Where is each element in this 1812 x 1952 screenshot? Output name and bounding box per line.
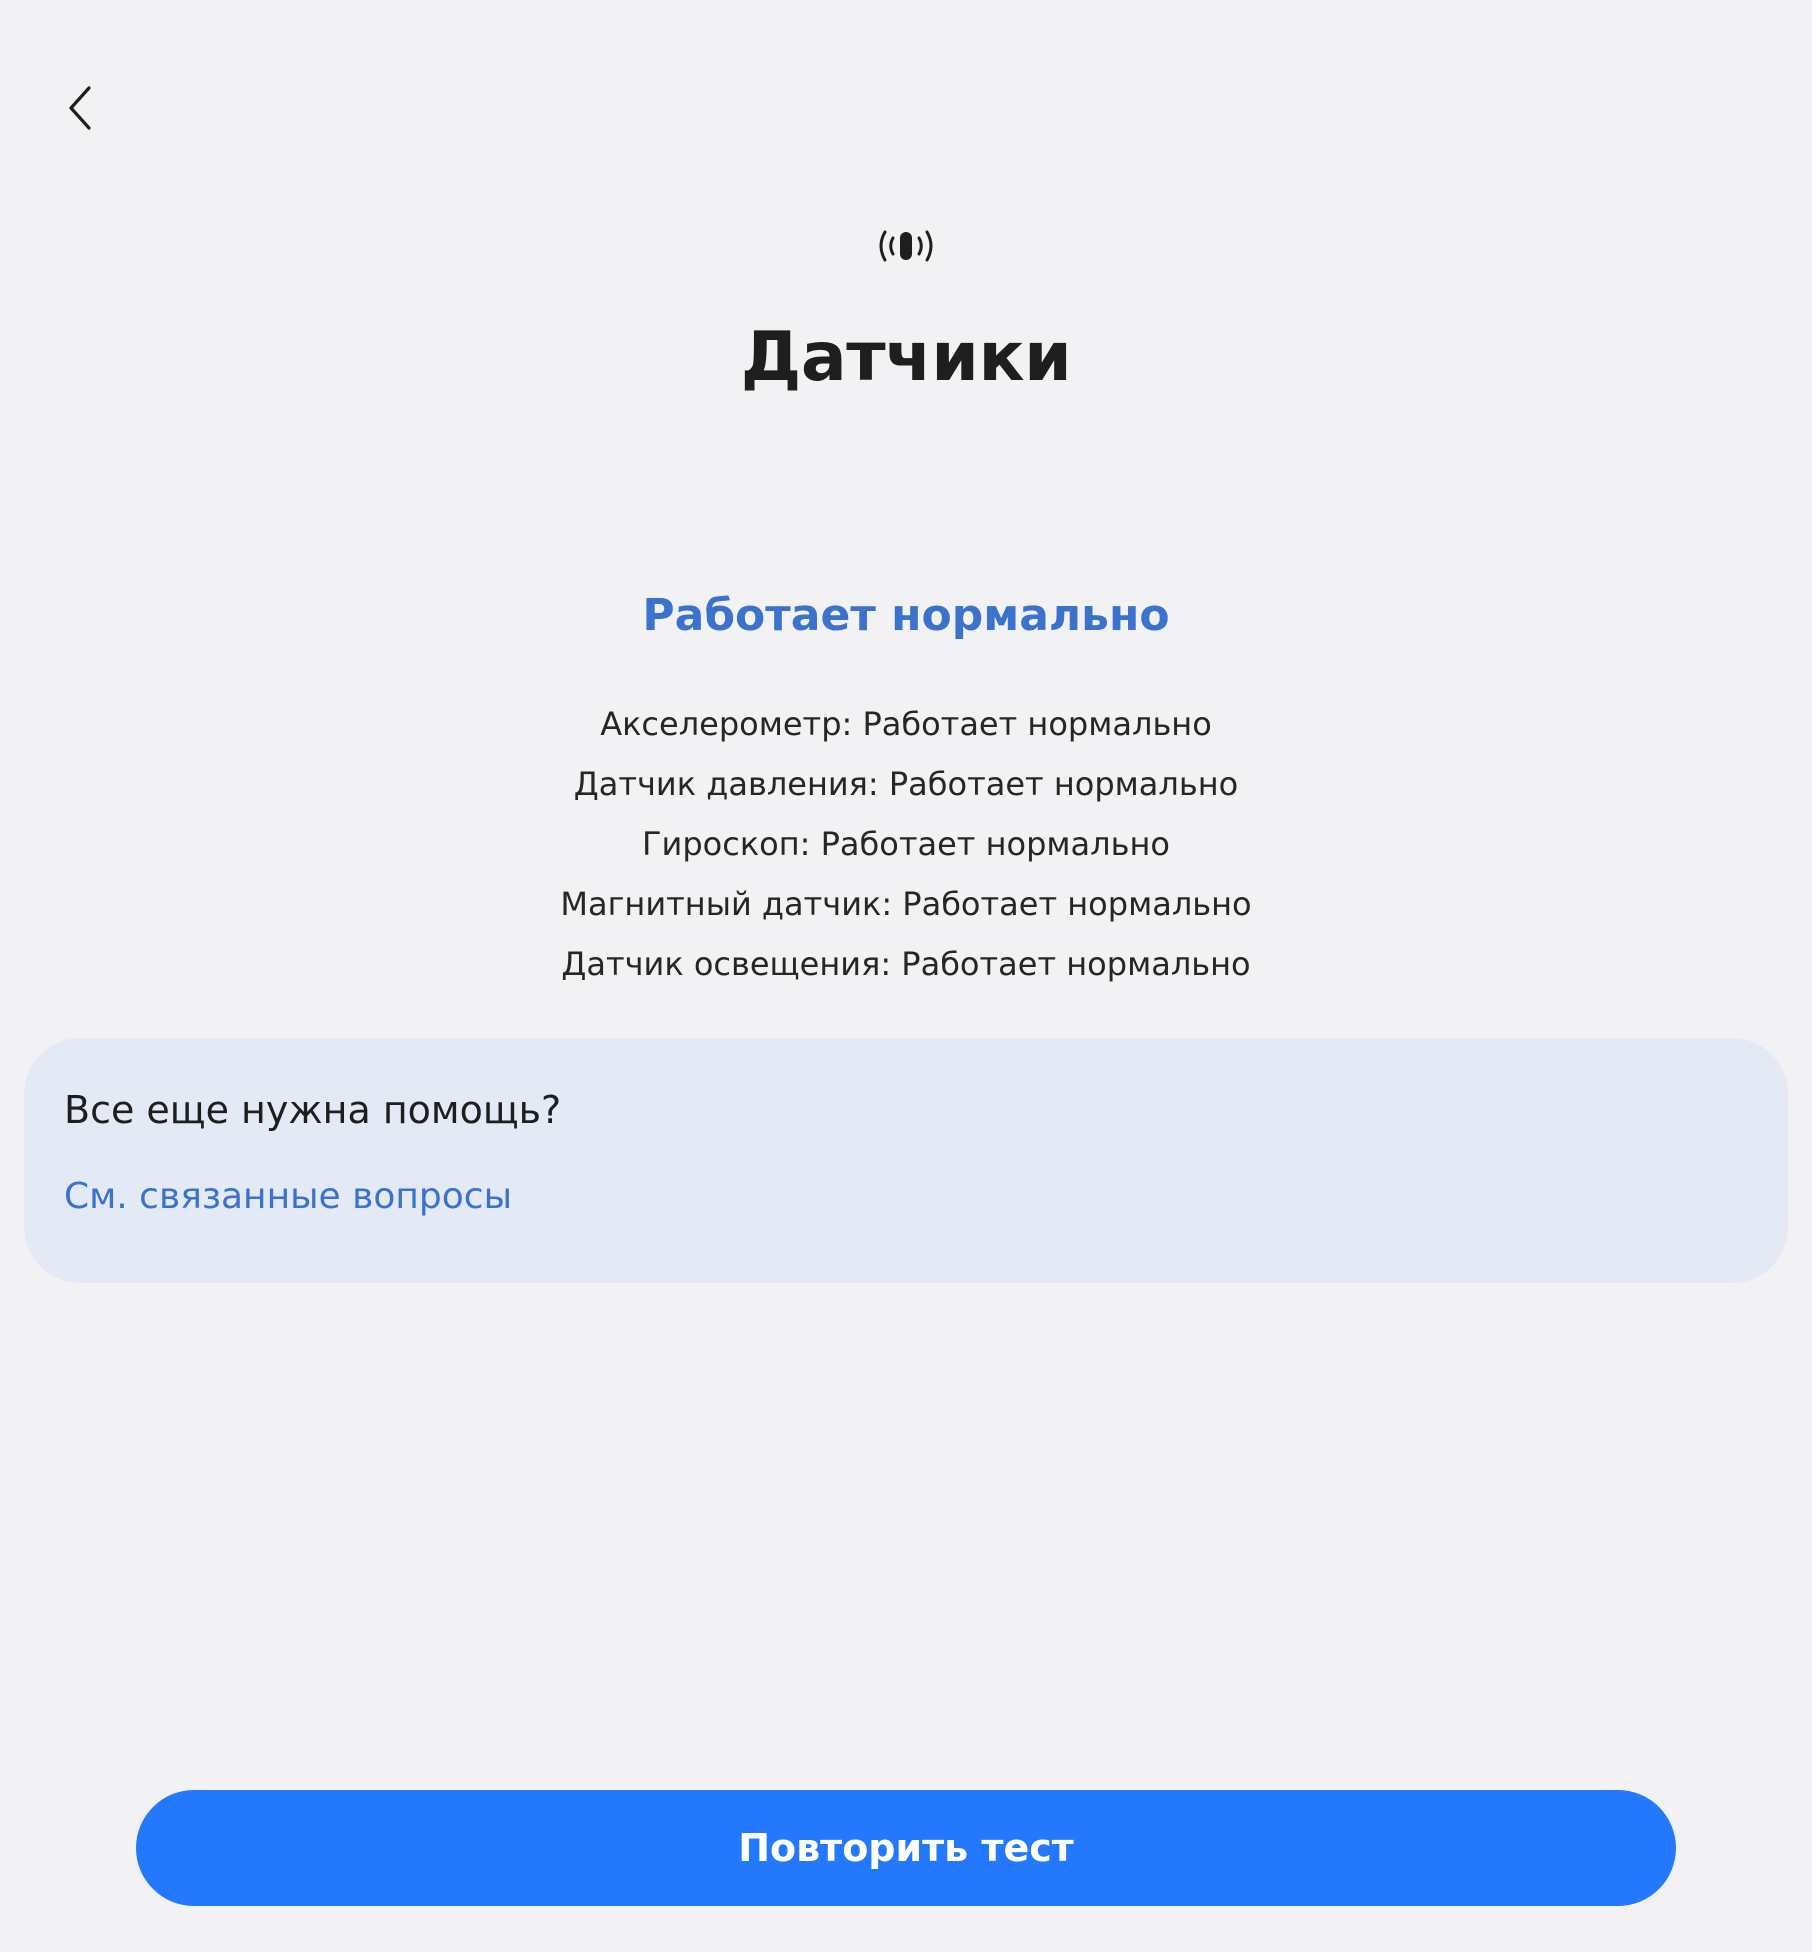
page-title: Датчики [740,318,1072,397]
vibration-sensor-icon [879,230,933,262]
sensor-results-list: Акселерометр: Работает нормально Датчик … [0,694,1812,994]
sensor-result-pressure: Датчик давления: Работает нормально [573,765,1239,803]
sensor-result-accelerometer: Акселерометр: Работает нормально [600,705,1212,743]
back-button[interactable] [56,80,104,136]
sensor-result-gyroscope: Гироскоп: Работает нормально [642,825,1170,863]
help-card: Все еще нужна помощь? См. связанные вопр… [24,1038,1788,1283]
sensor-result-light: Датчик освещения: Работает нормально [561,945,1251,983]
sensor-result-magnetic: Магнитный датчик: Работает нормально [560,885,1252,923]
status-title: Работает нормально [642,590,1170,641]
chevron-left-icon [69,86,91,130]
related-questions-link[interactable]: См. связанные вопросы [64,1176,512,1217]
help-title: Все еще нужна помощь? [64,1088,562,1132]
retry-test-button[interactable]: Повторить тест [136,1790,1676,1906]
